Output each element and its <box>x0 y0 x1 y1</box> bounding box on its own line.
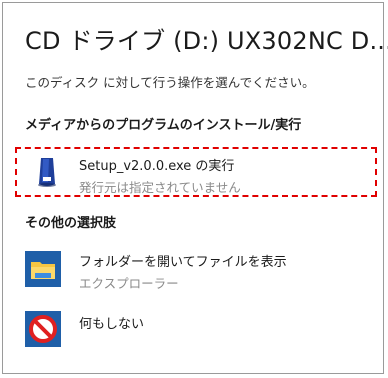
open-folder-option[interactable]: フォルダーを開いてファイルを表示 エクスプローラー <box>15 247 377 297</box>
open-folder-label: フォルダーを開いてファイルを表示 <box>79 255 287 270</box>
take-no-action-text: 何もしない <box>79 313 144 332</box>
take-no-action-option[interactable]: 何もしない <box>15 307 377 357</box>
autoplay-dialog: CD ドライブ (D:) UX302NC D... このディスク に対して行う操… <box>2 2 388 374</box>
run-setup-publisher: 発行元は指定されていません <box>79 180 241 195</box>
run-setup-text: Setup_v2.0.0.exe の実行 発行元は指定されていません <box>79 155 241 196</box>
other-options-heading: その他の選択肢 <box>25 216 117 231</box>
no-action-icon <box>25 311 61 347</box>
open-folder-app: エクスプローラー <box>79 276 179 291</box>
dialog-prompt: このディスク に対して行う操作を選んでください。 <box>25 75 315 90</box>
folder-icon <box>25 251 61 287</box>
open-folder-text: フォルダーを開いてファイルを表示 エクスプローラー <box>79 251 287 292</box>
run-setup-label: Setup_v2.0.0.exe の実行 <box>79 159 235 174</box>
setup-app-icon <box>29 154 65 190</box>
run-setup-option[interactable]: Setup_v2.0.0.exe の実行 発行元は指定されていません <box>15 147 377 197</box>
media-section-heading: メディアからのプログラムのインストール/実行 <box>25 118 302 133</box>
dialog-title: CD ドライブ (D:) UX302NC D... <box>25 27 388 55</box>
take-no-action-label: 何もしない <box>79 317 145 332</box>
